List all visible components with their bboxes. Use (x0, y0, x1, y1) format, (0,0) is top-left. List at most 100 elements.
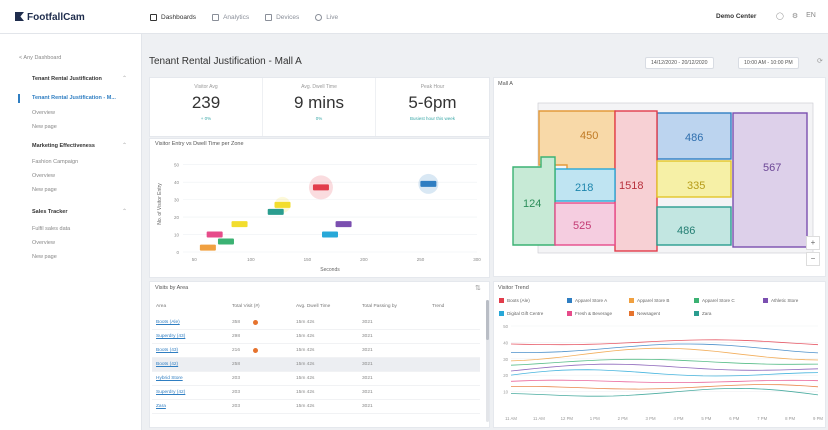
floorplan-map[interactable]: 450 486 567 1518 218 335 124 525 486 (493, 77, 826, 277)
refresh-icon[interactable]: ⟳ (817, 57, 823, 65)
table-row[interactable]: Superdry (42) 203 15m 42s 3021 (152, 386, 623, 400)
table-scrollbar[interactable] (486, 300, 489, 422)
scatter-point[interactable] (322, 231, 338, 238)
tab-devices[interactable]: Devices (265, 0, 299, 34)
tab-dashboards[interactable]: Dashboards (150, 0, 196, 34)
tab-analytics[interactable]: Analytics (212, 0, 249, 34)
chevron-up-icon[interactable]: ⌃ (122, 208, 127, 215)
language-icon[interactable]: EN (806, 12, 816, 20)
kpi-visitors: Visitor Avg 239 + 0% (150, 78, 263, 136)
sidebar-item-new-page[interactable]: New page (32, 187, 57, 193)
table-row[interactable]: Boots (Ale) 358 15m 42s 3021 (152, 316, 623, 330)
legend-item[interactable]: Apparel Store A (567, 298, 607, 303)
scroll-thumb[interactable] (486, 300, 489, 340)
cell-area[interactable]: Zara (156, 404, 166, 409)
col-header-passing[interactable]: Total Passing by (362, 304, 397, 309)
sidebar-item-overview[interactable]: Overview (32, 240, 55, 246)
sidebar-item-new-page[interactable]: New page (32, 254, 57, 260)
y-tick-label: 10 (503, 390, 508, 395)
zoom-out-button[interactable]: − (806, 252, 820, 266)
table-row[interactable]: Boots (42) 258 15m 42s 3021 (152, 358, 623, 372)
scatter-point[interactable] (274, 201, 291, 208)
cell-area[interactable]: Superdry (42) (156, 390, 185, 395)
table-title: Visits by Area (155, 285, 189, 291)
tab-label: Analytics (223, 13, 250, 21)
legend-item[interactable]: Fresh & Beverage (567, 311, 612, 316)
legend-item[interactable]: Apparel Store B (629, 298, 669, 303)
tab-live[interactable]: Live (315, 0, 338, 34)
cell-passing: 3021 (362, 320, 373, 325)
sidebar-item-new-page[interactable]: New page (32, 124, 57, 130)
zone-486-top[interactable]: 486 (656, 112, 732, 160)
x-tick-label: 2 PM (618, 416, 628, 421)
sidebar-item-sales-data[interactable]: Fulfil sales data (32, 226, 70, 232)
legend-item[interactable]: Athletic Store (763, 298, 798, 303)
scatter-point[interactable] (420, 180, 437, 187)
sidebar-item-overview[interactable]: Overview (32, 110, 55, 116)
gear-icon[interactable]: ⚙ (792, 12, 798, 20)
legend-item[interactable]: Apparel Store C (694, 298, 735, 303)
time-range-picker[interactable]: 10:00 AM - 10:00 PM (738, 57, 799, 69)
scatter-point[interactable] (231, 221, 248, 228)
zone-567[interactable]: 567 (732, 112, 808, 248)
zoom-in-button[interactable]: + (806, 236, 820, 250)
date-range-picker[interactable]: 14/12/2020 - 20/12/2020 (645, 57, 714, 69)
trend-line[interactable] (510, 363, 819, 372)
legend-item[interactable]: Newsagent (629, 311, 660, 316)
zone-218[interactable]: 218 (554, 168, 616, 202)
user-icon[interactable]: ◯ (776, 12, 784, 20)
trend-line[interactable] (510, 358, 819, 366)
legend-item[interactable]: Boots (Ale) (499, 298, 530, 303)
brand-logo[interactable]: FootfallCam (15, 12, 85, 23)
scatter-point[interactable] (267, 208, 284, 215)
table-row[interactable]: Zara 203 15m 42s 3021 (152, 400, 623, 414)
cell-area[interactable]: Boots (Ale) (156, 320, 180, 325)
legend-label: Apparel Store A (575, 298, 608, 303)
col-header-trend: Trend (432, 304, 445, 309)
sidebar-group-title[interactable]: Marketing Effectiveness (32, 143, 95, 149)
col-header-area[interactable]: Area (156, 304, 166, 309)
scatter-point[interactable] (199, 244, 216, 251)
zone-335[interactable]: 335 (656, 160, 732, 198)
trend-line[interactable] (510, 384, 819, 390)
zone-486-bottom[interactable]: 486 (656, 206, 732, 246)
legend-item[interactable]: Zara (694, 311, 711, 316)
zone-label: 1518 (619, 180, 643, 192)
zone-525[interactable]: 525 (554, 202, 616, 246)
sidebar-item-fashion[interactable]: Fashion Campaign (32, 159, 78, 165)
cell-area[interactable]: Boots (42) (156, 362, 178, 367)
chevron-up-icon[interactable]: ⌃ (122, 142, 127, 149)
user-name[interactable]: Demo Center (716, 13, 756, 20)
table-row[interactable]: Boots (43) 216 15m 42s 3021 (152, 344, 623, 358)
col-header-dwell[interactable]: Avg. Dwell Time (296, 304, 330, 309)
sort-icon[interactable]: ⇅ (475, 284, 481, 292)
trend-line[interactable] (510, 387, 819, 397)
sidebar-group-title[interactable]: Sales Tracker (32, 209, 67, 215)
sidebar-item-tenant-rental[interactable]: Tenant Rental Justification - M... (32, 95, 116, 101)
scatter-point[interactable] (217, 238, 234, 245)
chevron-up-icon[interactable]: ⌃ (122, 75, 127, 82)
col-header-visits[interactable]: Total Visit (#) (232, 304, 260, 309)
zone-124[interactable]: 124 (512, 156, 556, 246)
cell-area[interactable]: Superdry (43) (156, 334, 185, 339)
cell-area[interactable]: Hybrid Store (156, 376, 183, 381)
cell-visits: 358 (232, 320, 241, 325)
scatter-point[interactable] (206, 231, 223, 238)
cell-visits: 203 (232, 404, 241, 409)
kpi-value: 9 mins (293, 93, 345, 112)
kpi-trend: 0% (315, 116, 323, 121)
trend-line[interactable] (510, 379, 819, 383)
cell-area[interactable]: Boots (43) (156, 348, 178, 353)
sidebar-item-overview[interactable]: Overview (32, 173, 55, 179)
table-row[interactable]: Superdry (43) 298 15m 42s 3021 (152, 330, 623, 344)
cell-visits: 298 (232, 334, 241, 339)
back-link[interactable]: < Any Dashboard (19, 55, 61, 61)
kpi-trend: Busiest hour this week (409, 116, 456, 121)
cell-visits: 258 (232, 362, 241, 367)
scatter-point[interactable] (312, 184, 329, 191)
zone-1518[interactable]: 1518 (614, 110, 658, 252)
table-row[interactable]: Hybrid Store 203 15m 42s 3021 (152, 372, 623, 386)
sidebar-group-title[interactable]: Tenant Rental Justification (32, 76, 102, 82)
scatter-point[interactable] (335, 221, 352, 228)
legend-item[interactable]: Digital Gift Centre (499, 311, 543, 316)
